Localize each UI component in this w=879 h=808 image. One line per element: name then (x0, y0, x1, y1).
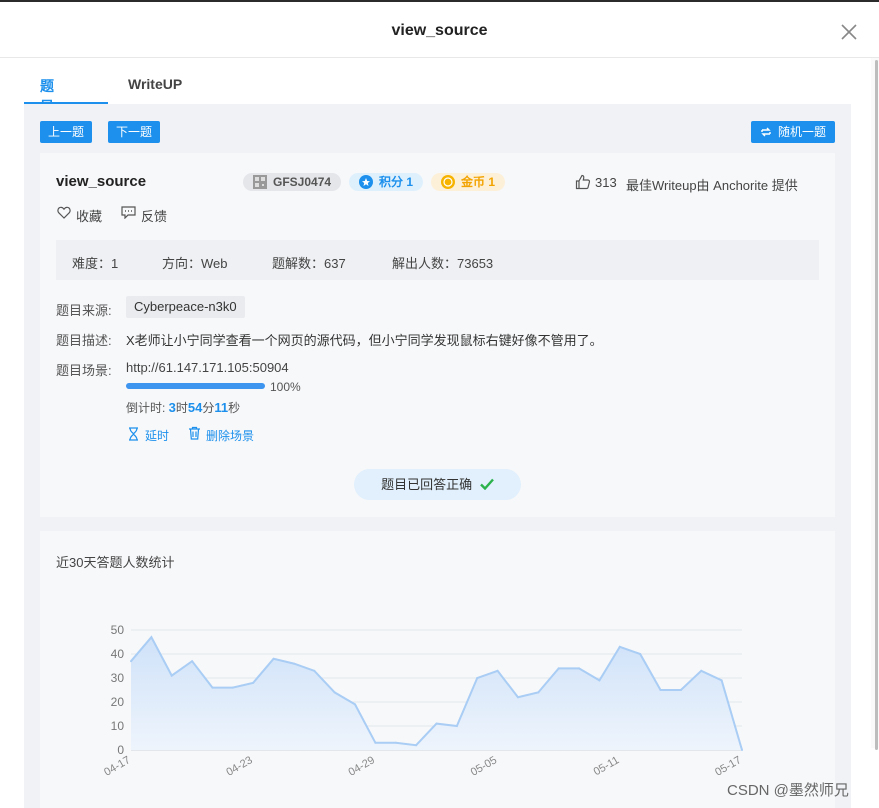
x-tick-label: 04-23 (224, 754, 254, 778)
data-point[interactable] (557, 667, 560, 670)
y-tick-label: 20 (111, 695, 125, 709)
y-tick-label: 0 (117, 743, 124, 757)
data-point[interactable] (496, 669, 499, 672)
y-tick-label: 40 (111, 647, 125, 661)
data-point[interactable] (537, 691, 540, 694)
data-point[interactable] (720, 679, 723, 682)
x-tick-label: 04-17 (102, 754, 132, 778)
data-point[interactable] (455, 725, 458, 727)
y-tick-label: 10 (111, 719, 125, 733)
data-point[interactable] (231, 686, 234, 689)
data-point[interactable] (394, 741, 397, 744)
data-point[interactable] (598, 679, 601, 682)
answers-area-chart: 50 40 30 20 10 004-17 04-23 04-29 05-05 05-11 05-1… (102, 623, 743, 779)
x-tick-label: 05-05 (469, 754, 499, 778)
data-point[interactable] (191, 660, 194, 663)
data-point[interactable] (639, 653, 642, 655)
data-point[interactable] (211, 686, 214, 689)
data-point[interactable] (679, 689, 682, 691)
data-point[interactable] (578, 667, 581, 670)
data-point[interactable] (354, 703, 357, 706)
y-tick-label: 30 (111, 671, 125, 685)
data-point[interactable] (415, 744, 418, 747)
x-tick-label: 05-17 (713, 754, 743, 778)
data-point[interactable] (618, 645, 621, 648)
csdn-watermark: CSDN @墨然师兄 (727, 782, 849, 799)
x-tick-label: 05-11 (592, 754, 622, 778)
x-tick-label: 04-29 (347, 754, 377, 778)
data-point[interactable] (700, 669, 703, 672)
data-point[interactable] (170, 674, 173, 677)
data-point[interactable] (313, 669, 316, 672)
y-tick-label: 50 (111, 623, 125, 637)
data-point[interactable] (252, 681, 255, 684)
data-point[interactable] (435, 722, 438, 725)
data-point[interactable] (741, 749, 743, 751)
data-point[interactable] (659, 689, 662, 691)
data-point[interactable] (130, 660, 132, 663)
data-point[interactable] (272, 657, 275, 660)
data-point[interactable] (374, 741, 377, 744)
data-point[interactable] (516, 696, 519, 699)
data-point[interactable] (476, 677, 479, 679)
data-point[interactable] (292, 662, 295, 665)
data-point[interactable] (150, 636, 153, 639)
data-point[interactable] (333, 691, 336, 694)
